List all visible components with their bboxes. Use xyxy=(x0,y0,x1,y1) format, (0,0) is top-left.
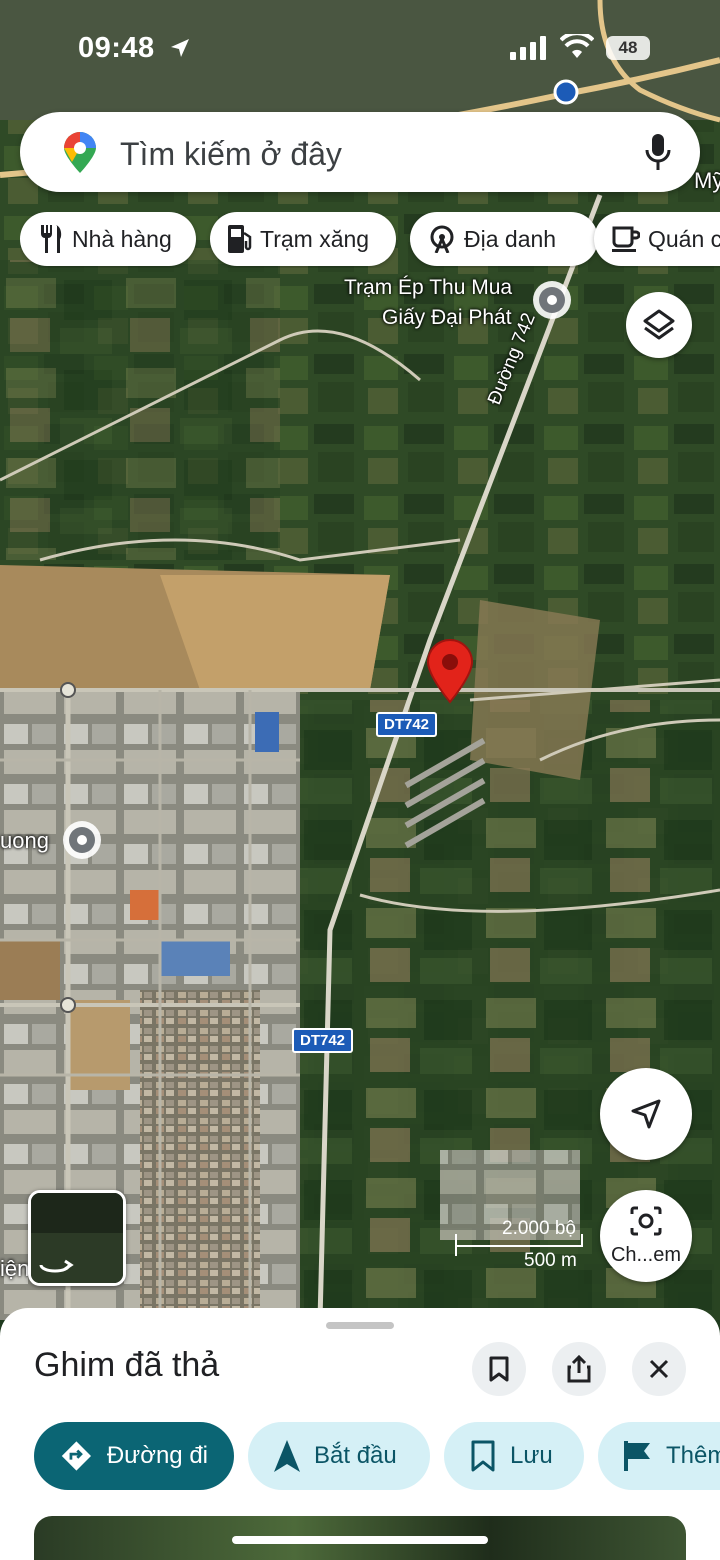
clock: 09:48 xyxy=(78,32,155,64)
chip-label: Nhà hàng xyxy=(72,225,172,252)
wifi-icon xyxy=(560,34,594,58)
road-badge-dt742: DT742 xyxy=(292,1028,354,1053)
poi-label-left[interactable]: uong xyxy=(0,828,49,854)
chip-label: Quán c xyxy=(648,225,720,252)
category-chips: Nhà hàng Trạm xăng Địa danh Quán c xyxy=(20,212,720,268)
directions-icon xyxy=(61,1441,91,1471)
google-maps-logo-icon xyxy=(64,132,96,173)
layers-icon xyxy=(643,309,675,340)
fork-knife-icon xyxy=(41,225,62,253)
microphone-icon[interactable] xyxy=(644,134,672,172)
chip-coffee[interactable]: Quán c xyxy=(594,212,720,266)
cellular-signal-icon xyxy=(510,36,546,60)
more-button[interactable]: Thêm xyxy=(598,1422,720,1490)
search-input[interactable]: Tìm kiếm ở đây xyxy=(120,136,342,173)
chip-restaurants[interactable]: Nhà hàng xyxy=(20,212,196,266)
scale-meters: 500 m xyxy=(524,1250,577,1271)
layers-button[interactable] xyxy=(626,292,692,358)
gas-pump-icon xyxy=(228,225,252,253)
bookmark-icon xyxy=(489,1356,509,1382)
close-icon xyxy=(649,1359,669,1379)
save-button[interactable]: Lưu xyxy=(444,1422,584,1490)
chip-label: Trạm xăng xyxy=(260,225,370,252)
chip-landmarks[interactable]: Địa danh xyxy=(410,212,598,266)
navigation-arrow-icon xyxy=(631,1099,661,1129)
camera-lens-icon xyxy=(630,1206,662,1236)
sheet-title: Ghim đã thả xyxy=(34,1346,220,1384)
street-view-thumbnail[interactable] xyxy=(28,1190,126,1286)
start-label: Bắt đầu xyxy=(314,1442,397,1469)
scale-feet: 2.000 bộ xyxy=(502,1218,576,1239)
search-bar[interactable]: Tìm kiếm ở đây xyxy=(20,112,700,192)
directions-label: Đường đi xyxy=(106,1442,208,1469)
place-bottom-sheet[interactable]: Ghim đã thả Đường đi Bắt đầu Lưu Thêm xyxy=(0,1308,720,1560)
share-icon xyxy=(567,1355,591,1383)
home-indicator[interactable] xyxy=(232,1536,488,1544)
coffee-cup-icon xyxy=(612,226,640,252)
lens-camera-button[interactable]: Ch...em xyxy=(600,1190,692,1282)
status-bar: 09:48 48 xyxy=(0,0,720,100)
save-label: Lưu xyxy=(510,1442,553,1469)
start-button[interactable]: Bắt đầu xyxy=(248,1422,430,1490)
poi-label-line1[interactable]: Trạm Ép Thu Mua xyxy=(344,276,512,300)
road-badge-dt742: DT742 xyxy=(376,712,438,737)
save-bookmark-button[interactable] xyxy=(472,1342,526,1396)
street-view-icon xyxy=(31,1193,123,1283)
sheet-drag-handle[interactable] xyxy=(326,1322,394,1329)
bookmark-icon xyxy=(471,1440,495,1472)
chip-label: Địa danh xyxy=(464,225,557,252)
lens-label: Ch...em xyxy=(610,1244,682,1266)
flag-icon xyxy=(624,1441,650,1471)
location-arrow-icon xyxy=(171,39,189,57)
poi-label-line2[interactable]: Giấy Đại Phát xyxy=(382,306,512,330)
share-button[interactable] xyxy=(552,1342,606,1396)
navigation-arrow-icon xyxy=(274,1440,300,1472)
map-scale: 2.000 bộ 500 m xyxy=(454,1216,604,1276)
my-location-button[interactable] xyxy=(600,1068,692,1160)
place-label-bottomleft: iện xyxy=(0,1256,30,1281)
more-label: Thêm xyxy=(666,1442,720,1469)
directions-button[interactable]: Đường đi xyxy=(34,1422,234,1490)
place-label-topright: Mỹ xyxy=(694,168,720,193)
chip-gas-stations[interactable]: Trạm xăng xyxy=(210,212,396,266)
close-button[interactable] xyxy=(632,1342,686,1396)
battery-indicator: 48 xyxy=(606,36,650,60)
landmark-icon xyxy=(430,225,454,253)
